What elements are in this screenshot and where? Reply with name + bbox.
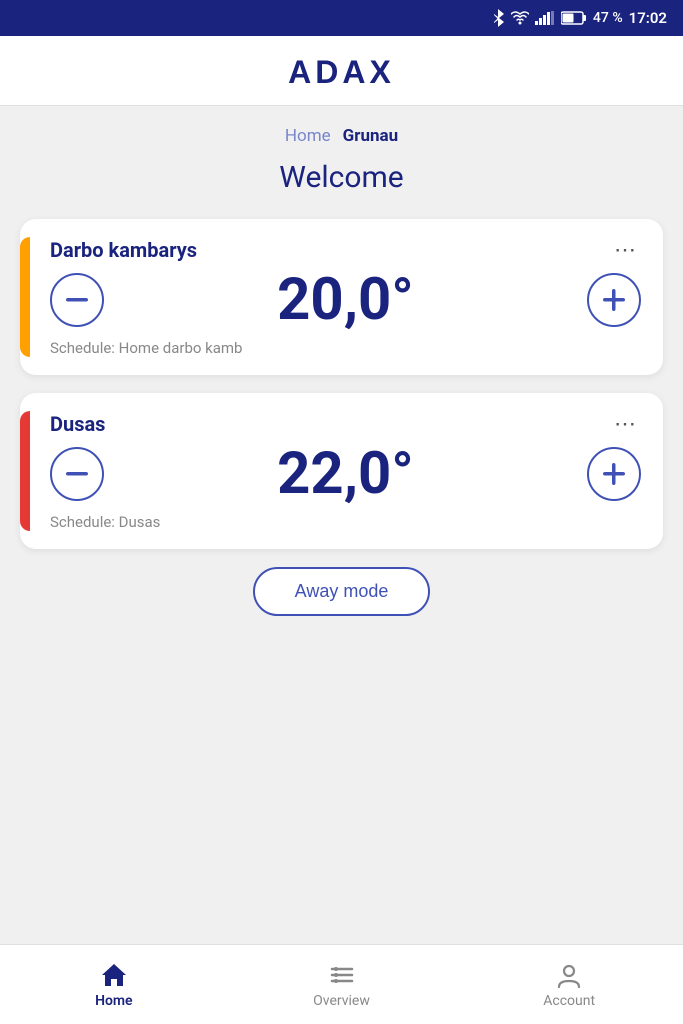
card-content-dusas: Dusas ⋯ 22,0° Schedule: Dusas bbox=[50, 411, 641, 531]
increase-button-dusas[interactable] bbox=[587, 447, 641, 501]
overview-nav-label: Overview bbox=[313, 993, 370, 1009]
welcome-title: Welcome bbox=[20, 160, 663, 195]
nav-item-overview[interactable]: Overview bbox=[228, 961, 456, 1009]
more-button-darbo[interactable]: ⋯ bbox=[610, 237, 641, 263]
home-nav-label: Home bbox=[95, 993, 133, 1009]
temperature-darbo: 20,0° bbox=[277, 271, 414, 329]
card-content-darbo: Darbo kambarys ⋯ 20,0° Schedule: Home bbox=[50, 237, 641, 357]
away-mode-container: Away mode bbox=[20, 567, 663, 616]
breadcrumb: Home Grunau bbox=[20, 106, 663, 160]
status-bar: 47 % 17:02 bbox=[0, 0, 683, 36]
more-button-dusas[interactable]: ⋯ bbox=[610, 411, 641, 437]
card-header-dusas: Dusas ⋯ bbox=[50, 411, 641, 437]
battery-percent: 47 % bbox=[593, 10, 623, 26]
card-controls-dusas: 22,0° bbox=[50, 445, 641, 503]
status-icons: 47 % 17:02 bbox=[491, 9, 667, 27]
decrease-button-darbo[interactable] bbox=[50, 273, 104, 327]
card-header-darbo: Darbo kambarys ⋯ bbox=[50, 237, 641, 263]
device-card-dusas: Dusas ⋯ 22,0° Schedule: Dusas bbox=[20, 393, 663, 549]
signal-icon bbox=[535, 11, 555, 25]
home-nav-icon bbox=[100, 961, 128, 989]
device-name-dusas: Dusas bbox=[50, 412, 105, 436]
schedule-dusas: Schedule: Dusas bbox=[50, 513, 641, 531]
overview-nav-icon bbox=[328, 961, 356, 989]
card-accent-dusas bbox=[20, 411, 30, 531]
card-accent-darbo bbox=[20, 237, 30, 357]
schedule-darbo: Schedule: Home darbo kamb bbox=[50, 339, 641, 357]
temperature-dusas: 22,0° bbox=[277, 445, 414, 503]
account-nav-icon bbox=[555, 961, 583, 989]
battery-icon bbox=[561, 11, 587, 25]
account-nav-label: Account bbox=[543, 993, 595, 1009]
bluetooth-icon bbox=[491, 9, 505, 27]
breadcrumb-active[interactable]: Grunau bbox=[343, 126, 398, 146]
plus-icon-darbo bbox=[603, 289, 625, 311]
main-content: Home Grunau Welcome Darbo kambarys ⋯ 20,… bbox=[0, 106, 683, 944]
app-logo: ADAX bbox=[288, 54, 395, 91]
minus-icon-darbo bbox=[66, 298, 88, 302]
device-card-darbo: Darbo kambarys ⋯ 20,0° Schedule: Home bbox=[20, 219, 663, 375]
card-controls-darbo: 20,0° bbox=[50, 271, 641, 329]
nav-item-home[interactable]: Home bbox=[0, 961, 228, 1009]
plus-icon-dusas bbox=[603, 463, 625, 485]
nav-item-account[interactable]: Account bbox=[455, 961, 683, 1009]
device-name-darbo: Darbo kambarys bbox=[50, 238, 197, 262]
minus-icon-dusas bbox=[66, 472, 88, 476]
wifi-icon bbox=[511, 11, 529, 25]
breadcrumb-home[interactable]: Home bbox=[285, 126, 331, 146]
time-display: 17:02 bbox=[629, 9, 667, 27]
increase-button-darbo[interactable] bbox=[587, 273, 641, 327]
app-header: ADAX bbox=[0, 36, 683, 106]
bottom-nav: Home Overview Account bbox=[0, 944, 683, 1024]
away-mode-button[interactable]: Away mode bbox=[253, 567, 431, 616]
decrease-button-dusas[interactable] bbox=[50, 447, 104, 501]
